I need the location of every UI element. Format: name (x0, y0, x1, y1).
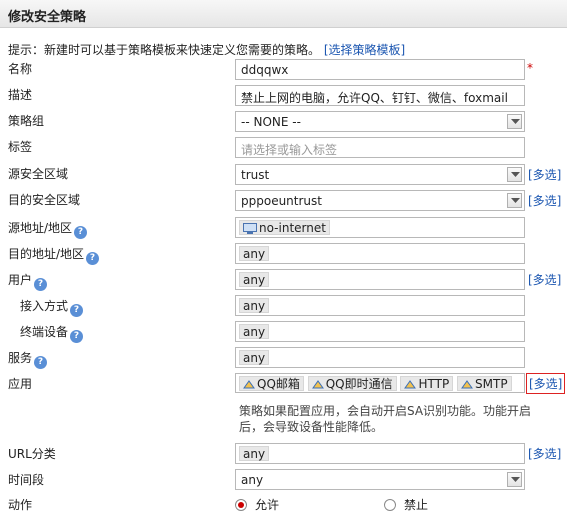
src-zone-multi-link[interactable]: [多选] (528, 166, 561, 183)
dst-addr-chip: any (239, 246, 270, 261)
dst-addr-field[interactable]: any (235, 243, 525, 264)
action-allow-radio[interactable]: 允许 (235, 496, 279, 513)
help-icon[interactable]: ? (34, 278, 48, 291)
dst-zone-value: pppoeuntrust (241, 194, 322, 208)
application-chip: QQ邮箱 (239, 376, 304, 391)
url-category-label: URL分类 (8, 447, 56, 461)
terminal-chip: any (239, 324, 270, 339)
user-label: 用户? (8, 271, 48, 291)
name-input[interactable]: ddqqwx (235, 59, 525, 80)
radio-unselected-icon[interactable] (384, 499, 396, 511)
app-icon (311, 379, 324, 392)
url-category-multi-link[interactable]: [多选] (528, 445, 561, 462)
application-label: 应用 (8, 377, 33, 391)
app-icon (243, 379, 255, 392)
time-range-select[interactable]: any (235, 469, 525, 490)
service-field[interactable]: any (235, 347, 525, 368)
help-icon[interactable]: ? (86, 252, 100, 265)
chevron-down-icon[interactable] (507, 167, 522, 182)
user-multi-link[interactable]: [多选] (528, 271, 561, 288)
policy-group-label: 策略组 (8, 114, 45, 128)
application-chip: SMTP (457, 376, 512, 391)
src-addr-chip: no-internet (239, 220, 330, 235)
chevron-down-icon[interactable] (507, 472, 522, 487)
user-chip: any (239, 272, 270, 287)
policy-group-value: -- NONE -- (241, 115, 301, 129)
radio-selected-icon[interactable] (235, 499, 247, 511)
computer-icon (243, 223, 257, 237)
dst-addr-label: 目的地址/地区? (8, 245, 100, 265)
chevron-down-icon[interactable] (507, 114, 522, 129)
app-icon (404, 379, 417, 392)
action-label: 动作 (8, 498, 33, 512)
policy-group-select[interactable]: -- NONE -- (235, 111, 525, 132)
service-chip: any (239, 350, 270, 365)
application-multi-link[interactable]: [多选] (526, 373, 566, 394)
time-range-value: any (241, 473, 264, 487)
chevron-down-icon[interactable] (507, 193, 522, 208)
terminal-label: 终端设备? (20, 323, 84, 343)
help-icon[interactable]: ? (74, 226, 88, 239)
application-note: 策略如果配置应用，会自动开启SA识别功能。功能开启后，会导致设备性能降低。 (239, 404, 532, 434)
user-field[interactable]: any (235, 269, 525, 290)
help-icon[interactable]: ? (34, 356, 48, 369)
dst-zone-multi-link[interactable]: [多选] (528, 192, 561, 209)
hint-text: 提示：新建时可以基于策略模板来快速定义您需要的策略。 (8, 43, 321, 57)
page-title: 修改安全策略 (8, 10, 87, 25)
time-range-label: 时间段 (8, 473, 45, 487)
help-icon[interactable]: ? (70, 330, 84, 343)
src-zone-select[interactable]: trust (235, 164, 525, 185)
dst-zone-label: 目的安全区域 (8, 193, 81, 207)
select-template-link[interactable]: [选择策略模板] (324, 43, 405, 57)
url-category-field[interactable]: any (235, 443, 525, 464)
url-category-chip: any (239, 446, 270, 461)
src-addr-label: 源地址/地区? (8, 219, 88, 239)
application-chip: QQ即时通信 (307, 376, 397, 392)
tag-label: 标签 (8, 140, 33, 154)
help-icon[interactable]: ? (70, 304, 84, 317)
src-zone-label: 源安全区域 (8, 167, 69, 181)
app-icon (461, 379, 473, 392)
access-mode-field[interactable]: any (235, 295, 525, 316)
terminal-field[interactable]: any (235, 321, 525, 342)
action-deny-radio[interactable]: 禁止 (384, 496, 428, 513)
application-field[interactable]: QQ邮箱 QQ即时通信 HTTP SMTP (235, 373, 525, 393)
description-input[interactable]: 禁止上网的电脑，允许QQ、钉钉、微信、foxmail (235, 85, 525, 106)
access-mode-label: 接入方式? (20, 297, 84, 317)
access-mode-chip: any (239, 298, 270, 313)
tag-input[interactable]: 请选择或输入标签 (235, 137, 525, 158)
dst-zone-select[interactable]: pppoeuntrust (235, 190, 525, 211)
application-chip: HTTP (400, 376, 454, 392)
page-header: 修改安全策略 (0, 0, 567, 28)
name-label: 名称 (8, 62, 33, 76)
src-zone-value: trust (241, 168, 270, 182)
service-label: 服务? (8, 349, 48, 369)
src-addr-field[interactable]: no-internet (235, 217, 525, 238)
hint-line: 提示：新建时可以基于策略模板来快速定义您需要的策略。 [选择策略模板] (8, 41, 405, 58)
description-label: 描述 (8, 88, 33, 102)
required-mark: * (527, 61, 533, 75)
